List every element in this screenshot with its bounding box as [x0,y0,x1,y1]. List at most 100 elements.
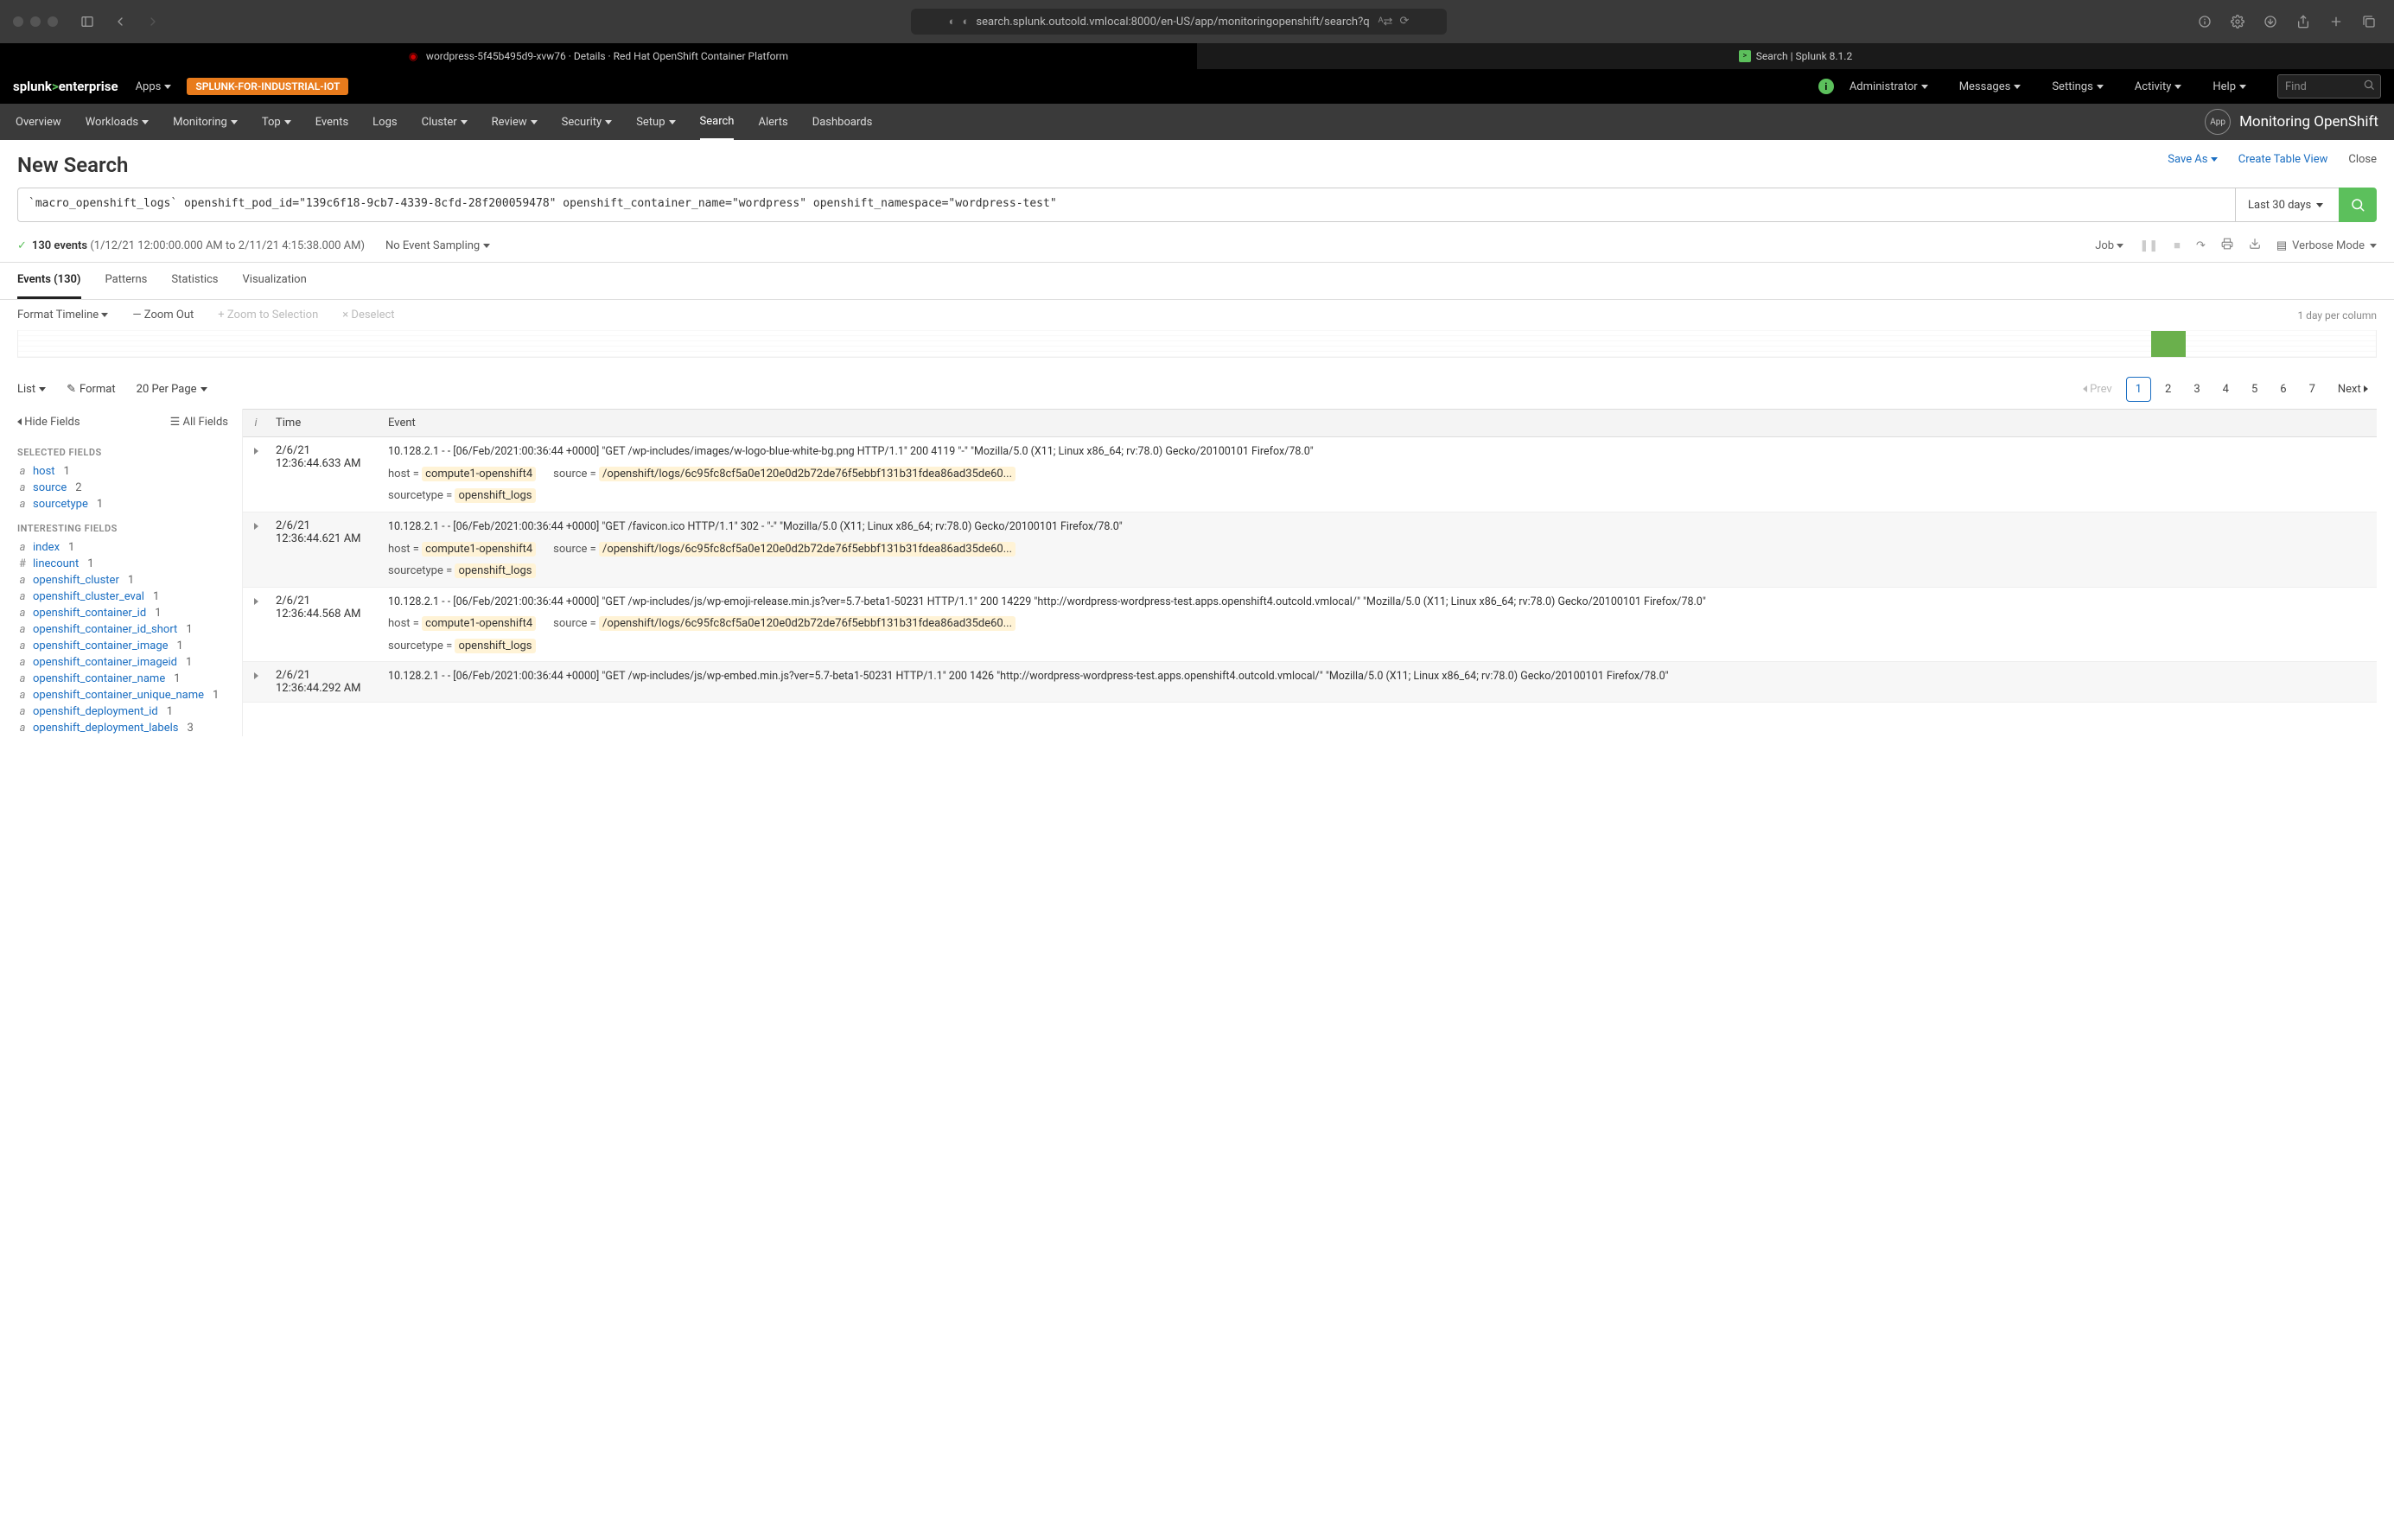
page-7[interactable]: 7 [2301,378,2324,401]
expand-row-button[interactable] [243,669,269,695]
apps-menu[interactable]: Apps [136,80,172,93]
nav-setup[interactable]: Setup [636,116,675,129]
meta-host[interactable]: host = compute1-openshift4 [388,615,536,633]
field-sourcetype[interactable]: asourcetype1 [17,496,228,512]
messages-menu[interactable]: Messages [1959,80,2022,93]
meta-source[interactable]: source = /openshift/logs/6c95fc8cf5a0e12… [553,541,1016,558]
field-openshift_cluster_eval[interactable]: aopenshift_cluster_eval1 [17,589,228,605]
page-6[interactable]: 6 [2271,378,2295,401]
meta-sourcetype[interactable]: sourcetype = openshift_logs [388,638,536,655]
field-openshift_container_unique_name[interactable]: aopenshift_container_unique_name1 [17,687,228,703]
export-icon[interactable] [2249,238,2261,253]
back-button[interactable] [108,10,132,34]
share-icon[interactable] [2291,10,2315,34]
reload-icon[interactable]: ↷ [2196,239,2206,252]
meta-host[interactable]: host = compute1-openshift4 [388,541,536,558]
timeline-bar-segment[interactable] [2151,331,2186,357]
settings-icon[interactable] [2225,10,2250,34]
splunk-logo[interactable]: splunk>enterprise [13,79,118,94]
list-view-menu[interactable]: List [17,383,46,396]
page-4[interactable]: 4 [2214,378,2238,401]
time-picker[interactable]: Last 30 days [2235,188,2339,222]
job-menu[interactable]: Job [2095,239,2123,252]
save-as-button[interactable]: Save As [2168,153,2217,166]
event-content[interactable]: 10.128.2.1 - - [06/Feb/2021:00:36:44 +00… [381,519,2377,580]
field-openshift_container_image[interactable]: aopenshift_container_image1 [17,638,228,654]
events-header-time[interactable]: Time [269,410,381,436]
nav-monitoring[interactable]: Monitoring [173,116,238,129]
nav-events[interactable]: Events [315,116,348,129]
new-tab-icon[interactable] [2324,10,2348,34]
close-window-icon[interactable] [13,16,23,27]
event-content[interactable]: 10.128.2.1 - - [06/Feb/2021:00:36:44 +00… [381,444,2377,505]
page-1[interactable]: 1 [2126,377,2151,402]
app-pill[interactable]: SPLUNK-FOR-INDUSTRIAL-IOT [187,78,348,95]
nav-review[interactable]: Review [492,116,538,129]
result-tab-visualization[interactable]: Visualization [243,263,307,299]
find-input[interactable]: Find [2277,74,2381,99]
search-mode-menu[interactable]: ▤Verbose Mode [2276,239,2377,252]
browser-tab-splunk[interactable]: > Search | Splunk 8.1.2 [1197,43,2394,69]
hide-fields-button[interactable]: Hide Fields [17,416,80,429]
forward-button[interactable] [141,10,165,34]
nav-workloads[interactable]: Workloads [86,116,149,129]
url-bar[interactable]: ◐ ◐ search.splunk.outcold.vmlocal:8000/e… [911,9,1447,35]
help-menu[interactable]: Help [2213,80,2246,93]
timeline-chart[interactable] [17,330,2377,358]
field-linecount[interactable]: #linecount1 [17,556,228,572]
nav-overview[interactable]: Overview [16,116,61,129]
field-index[interactable]: aindex1 [17,539,228,556]
sampling-menu[interactable]: No Event Sampling [385,239,490,252]
page-3[interactable]: 3 [2185,378,2208,401]
format-button[interactable]: ✎ Format [67,383,116,396]
meta-host[interactable]: host = compute1-openshift4 [388,466,536,483]
field-openshift_container_id_short[interactable]: aopenshift_container_id_short1 [17,621,228,638]
field-openshift_cluster[interactable]: aopenshift_cluster1 [17,572,228,589]
search-query-input[interactable]: `macro_openshift_logs` openshift_pod_id=… [17,188,2235,222]
result-tab-events[interactable]: Events (130) [17,263,81,299]
pause-icon[interactable]: ❚❚ [2139,239,2158,252]
event-content[interactable]: 10.128.2.1 - - [06/Feb/2021:00:36:44 +00… [381,669,2377,695]
activity-menu[interactable]: Activity [2135,80,2182,93]
next-page-button[interactable]: Next [2329,378,2377,401]
close-button[interactable]: Close [2348,153,2377,166]
format-timeline-menu[interactable]: Format Timeline [17,309,108,321]
nav-dashboards[interactable]: Dashboards [812,116,873,129]
expand-row-button[interactable] [243,519,269,580]
minimize-window-icon[interactable] [30,16,41,27]
meta-source[interactable]: source = /openshift/logs/6c95fc8cf5a0e12… [553,615,1016,633]
nav-search[interactable]: Search [700,104,735,140]
page-2[interactable]: 2 [2156,378,2180,401]
translate-icon[interactable]: ᴬ⇄ [1378,15,1393,29]
all-fields-button[interactable]: ☰ All Fields [170,416,228,429]
field-openshift_deployment_id[interactable]: aopenshift_deployment_id1 [17,703,228,720]
nav-alerts[interactable]: Alerts [758,116,787,129]
meta-source[interactable]: source = /openshift/logs/6c95fc8cf5a0e12… [553,466,1016,483]
expand-row-button[interactable] [243,595,269,655]
print-icon[interactable] [2221,238,2233,253]
reload-icon[interactable]: ⟳ [1399,15,1409,29]
nav-logs[interactable]: Logs [372,116,397,129]
events-header-event[interactable]: Event [381,410,2377,436]
field-source[interactable]: asource2 [17,480,228,496]
search-button[interactable] [2339,188,2377,222]
event-content[interactable]: 10.128.2.1 - - [06/Feb/2021:00:36:44 +00… [381,595,2377,655]
expand-row-button[interactable] [243,444,269,505]
field-host[interactable]: ahost1 [17,463,228,480]
result-tab-patterns[interactable]: Patterns [105,263,148,299]
info-badge-icon[interactable]: i [1818,79,1834,94]
per-page-menu[interactable]: 20 Per Page [137,383,207,396]
stop-icon[interactable]: ■ [2174,239,2181,252]
field-openshift_container_name[interactable]: aopenshift_container_name1 [17,671,228,687]
info-icon[interactable] [2193,10,2217,34]
result-tab-statistics[interactable]: Statistics [171,263,218,299]
nav-security[interactable]: Security [562,116,613,129]
zoom-out-button[interactable]: — Zoom Out [132,309,194,321]
settings-menu[interactable]: Settings [2052,80,2103,93]
sidebar-toggle-icon[interactable] [75,10,99,34]
nav-top[interactable]: Top [262,116,291,129]
tabs-icon[interactable] [2357,10,2381,34]
field-openshift_container_imageid[interactable]: aopenshift_container_imageid1 [17,654,228,671]
maximize-window-icon[interactable] [48,16,58,27]
browser-tab-openshift[interactable]: ◉ wordpress-5f45b495d9-xvw76 · Details ·… [0,43,1197,69]
